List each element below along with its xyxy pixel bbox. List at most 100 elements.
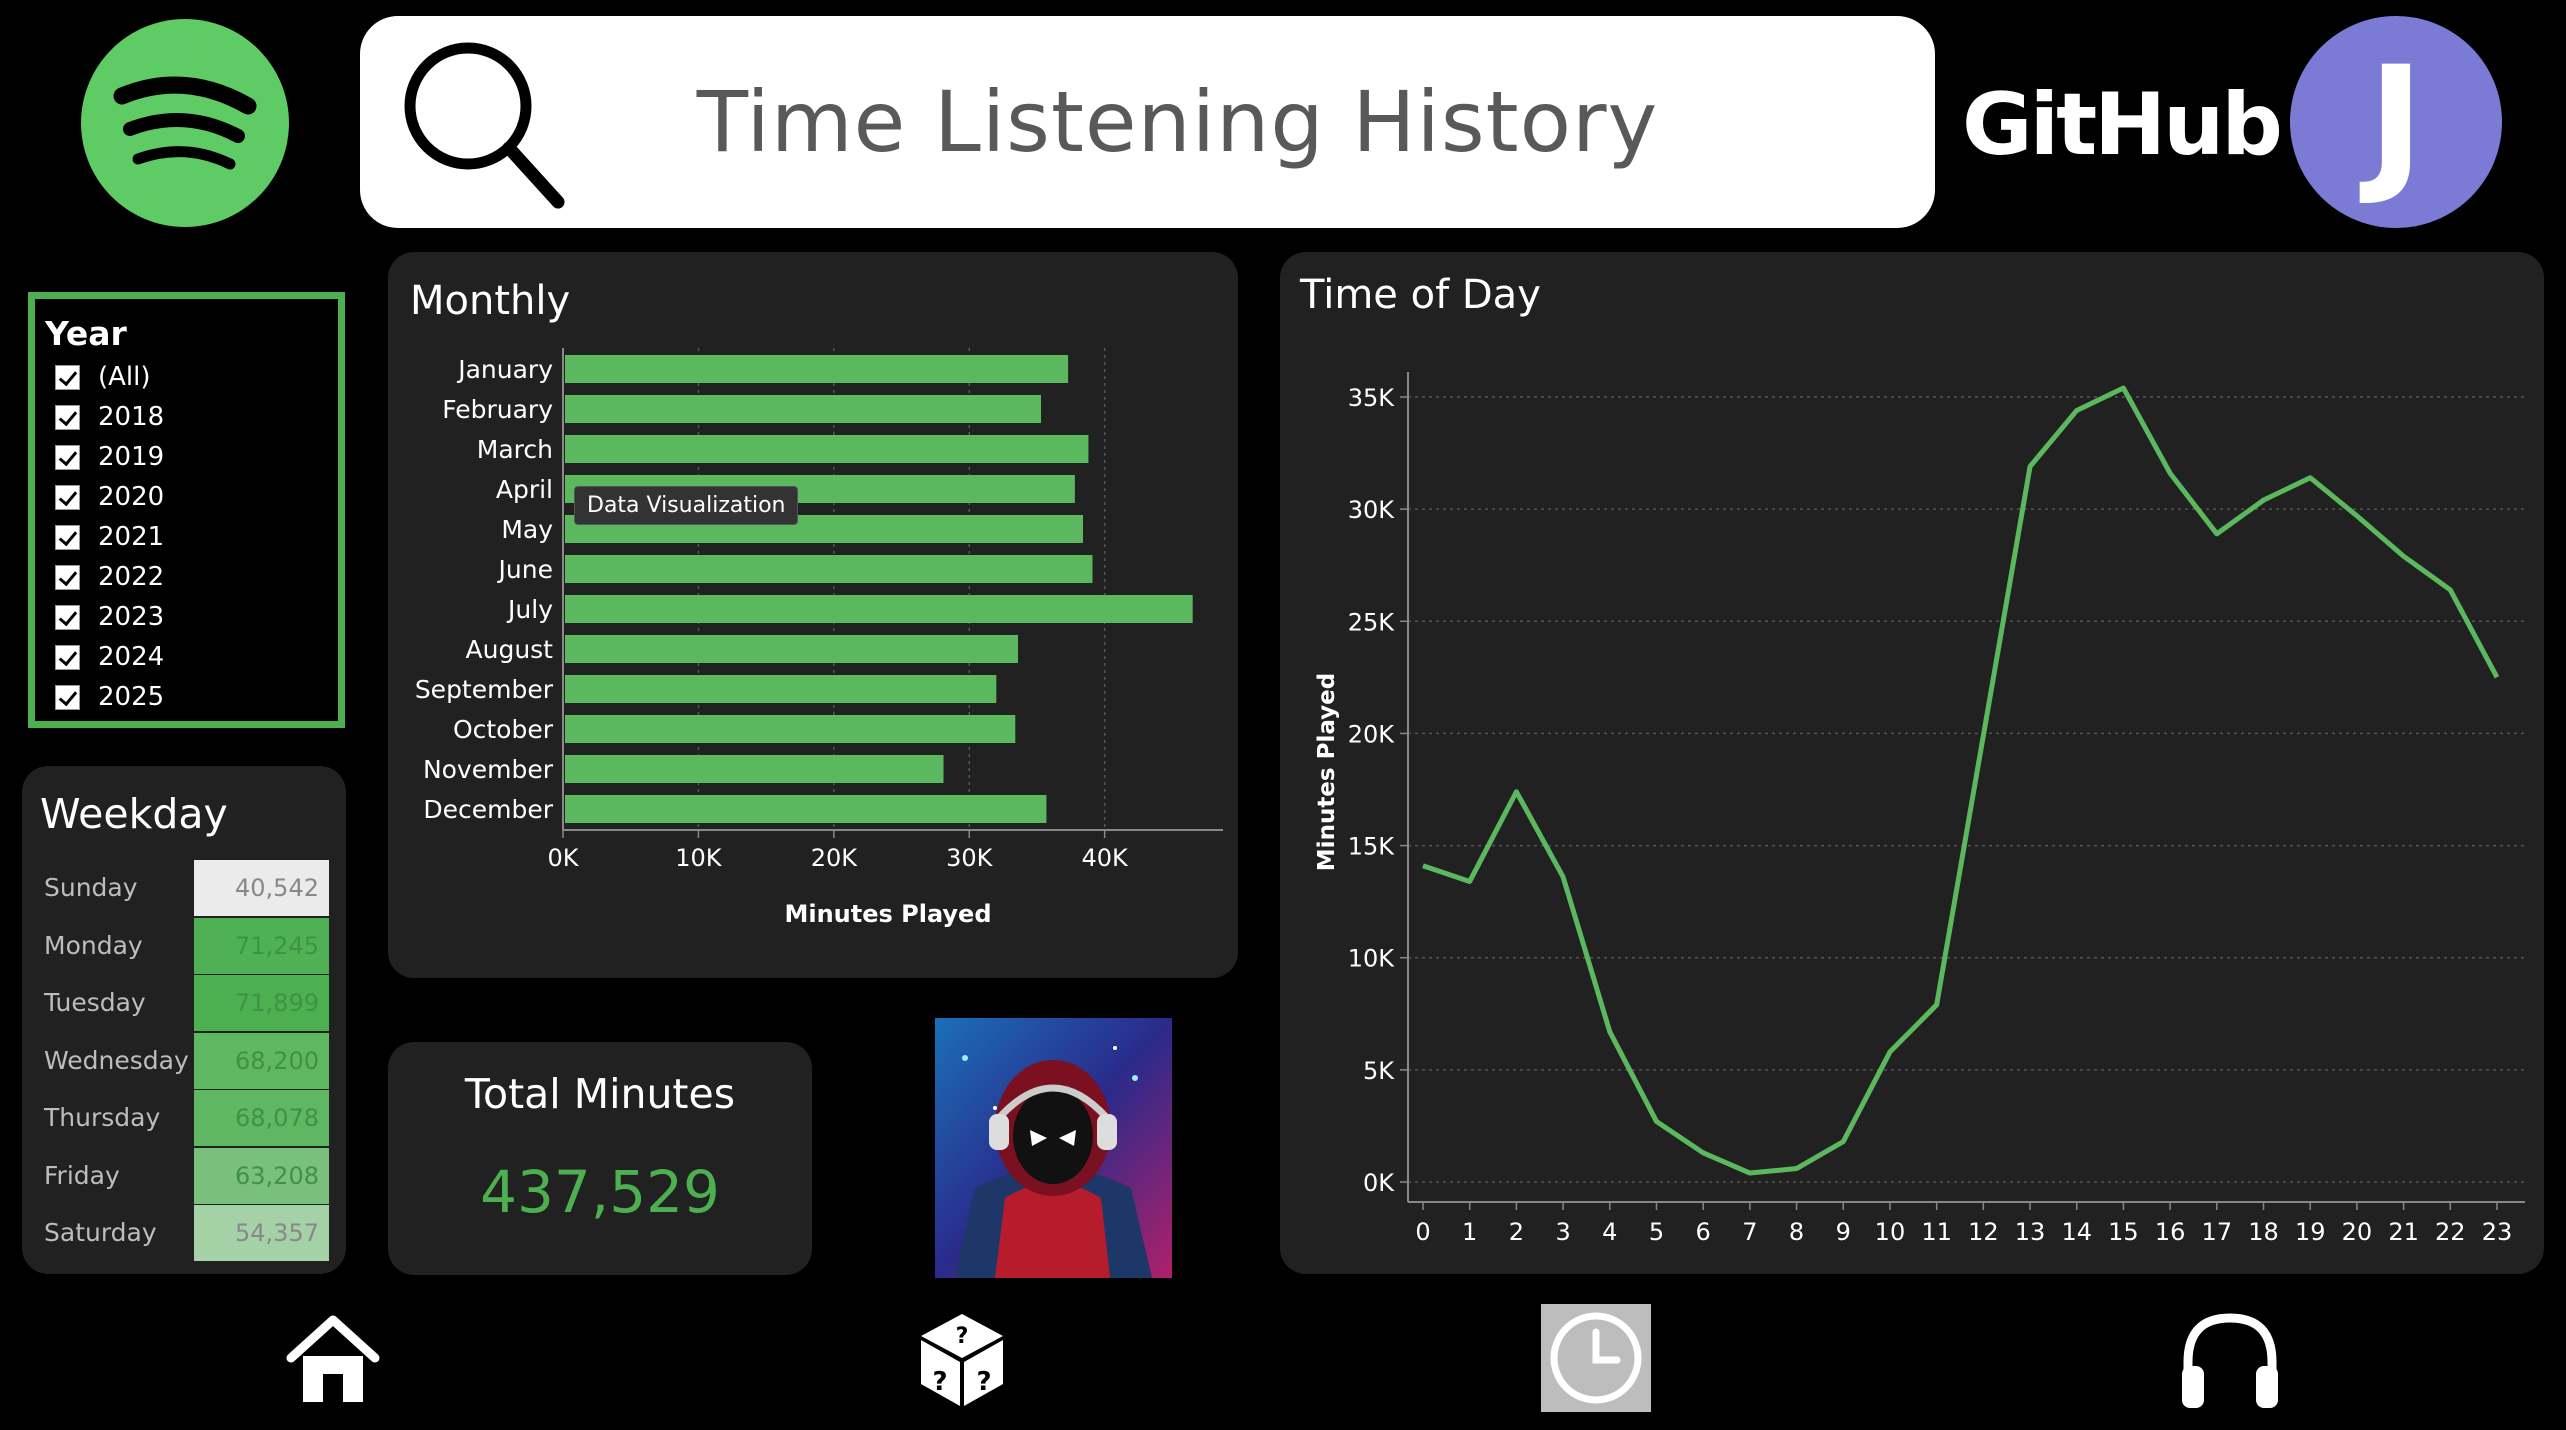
category-label: January bbox=[456, 355, 553, 384]
checkbox[interactable] bbox=[55, 484, 80, 510]
bar[interactable] bbox=[565, 555, 1093, 583]
year-filter-label: 2023 bbox=[98, 602, 165, 632]
x-tick-label: 9 bbox=[1836, 1218, 1851, 1246]
headphones-icon[interactable] bbox=[2178, 1310, 2282, 1410]
checkbox[interactable] bbox=[55, 364, 80, 390]
bar[interactable] bbox=[565, 435, 1089, 463]
bar[interactable] bbox=[565, 595, 1193, 623]
x-tick-label: 0K bbox=[547, 844, 579, 872]
checkbox[interactable] bbox=[55, 444, 80, 470]
year-filter-label: 2020 bbox=[98, 482, 165, 512]
checkbox[interactable] bbox=[55, 524, 80, 550]
category-label: April bbox=[496, 475, 553, 504]
weekday-minutes-cell[interactable]: 63,208 bbox=[194, 1147, 329, 1204]
year-filter: Year (All) 2018 2019 2020 2021 2022 2023 2024 20… bbox=[28, 292, 345, 728]
weekday-title: Weekday bbox=[40, 790, 228, 838]
bar[interactable] bbox=[565, 795, 1047, 823]
bar[interactable] bbox=[565, 675, 997, 703]
year-filter-item[interactable]: 2018 bbox=[41, 397, 338, 437]
category-label: September bbox=[415, 675, 554, 704]
x-tick-label: 12 bbox=[1968, 1218, 1999, 1246]
bar[interactable] bbox=[565, 715, 1016, 743]
y-tick-label: 15K bbox=[1348, 833, 1396, 861]
x-tick-label: 30K bbox=[946, 844, 994, 872]
x-tick-label: 5 bbox=[1649, 1218, 1664, 1246]
category-label: October bbox=[453, 715, 554, 744]
year-filter-item[interactable]: 2024 bbox=[41, 637, 338, 677]
search-icon[interactable] bbox=[392, 36, 572, 216]
monthly-bar-chart[interactable]: 0K 10K 20K 30K 40K January February March April M… bbox=[388, 252, 1238, 978]
y-tick-label: 5K bbox=[1363, 1057, 1395, 1085]
year-filter-item[interactable]: 2019 bbox=[41, 437, 338, 477]
category-label: March bbox=[477, 435, 553, 464]
year-filter-label: 2021 bbox=[98, 522, 165, 552]
x-tick-label: 1 bbox=[1462, 1218, 1477, 1246]
year-filter-title: Year bbox=[45, 314, 127, 353]
category-label: July bbox=[506, 595, 553, 624]
y-tick-label: 30K bbox=[1348, 496, 1396, 524]
x-tick-label: 0 bbox=[1415, 1218, 1430, 1246]
checkbox[interactable] bbox=[55, 604, 80, 630]
weekday-minutes-cell[interactable]: 68,200 bbox=[194, 1032, 329, 1089]
bar[interactable] bbox=[565, 395, 1042, 423]
github-link[interactable]: GitHub bbox=[1962, 70, 2283, 180]
x-tick-label: 10 bbox=[1875, 1218, 1906, 1246]
avatar[interactable]: J bbox=[2290, 16, 2502, 228]
spotify-logo-icon[interactable] bbox=[80, 18, 290, 228]
category-label: August bbox=[466, 635, 554, 664]
weekday-label: Sunday bbox=[44, 873, 138, 902]
category-label: May bbox=[501, 515, 553, 544]
year-filter-label: 2025 bbox=[98, 682, 165, 712]
x-tick-label: 15 bbox=[2108, 1218, 2139, 1246]
category-label: November bbox=[423, 755, 554, 784]
year-filter-item[interactable]: 2023 bbox=[41, 597, 338, 637]
y-tick-label: 10K bbox=[1348, 945, 1396, 973]
year-filter-list: (All) 2018 2019 2020 2021 2022 2023 2024 2025 bbox=[41, 357, 338, 717]
weekday-minutes-cell[interactable]: 71,899 bbox=[194, 975, 329, 1031]
album-artwork bbox=[935, 1018, 1172, 1278]
weekday-label: Tuesday bbox=[44, 988, 146, 1017]
weekday-label: Thursday bbox=[44, 1103, 161, 1132]
year-filter-item[interactable]: (All) bbox=[41, 357, 338, 397]
checkbox[interactable] bbox=[55, 564, 80, 590]
year-filter-label: 2024 bbox=[98, 642, 165, 672]
weekday-minutes-cell[interactable]: 54,357 bbox=[194, 1205, 329, 1261]
y-tick-label: 35K bbox=[1348, 384, 1396, 412]
time-of-day-line-chart[interactable]: 0K5K10K15K20K25K30K35K0 1 2 3 4 5 6 7 8 9 10 11 12 13… bbox=[1280, 252, 2544, 1274]
bar[interactable] bbox=[565, 635, 1018, 663]
tooltip: Data Visualization bbox=[574, 486, 799, 525]
year-filter-item[interactable]: 2021 bbox=[41, 517, 338, 557]
y-tick-label: 25K bbox=[1348, 608, 1396, 636]
x-tick-label: 6 bbox=[1696, 1218, 1711, 1246]
dice-icon[interactable]: ? ? ? bbox=[917, 1310, 1007, 1410]
weekday-minutes-cell[interactable]: 40,542 bbox=[194, 860, 329, 916]
x-tick-label: 14 bbox=[2061, 1218, 2092, 1246]
checkbox[interactable] bbox=[55, 404, 80, 430]
weekday-label: Wednesday bbox=[44, 1045, 189, 1075]
home-icon[interactable] bbox=[283, 1312, 383, 1407]
category-label: February bbox=[442, 395, 553, 424]
year-filter-item[interactable]: 2025 bbox=[41, 677, 338, 717]
y-tick-label: 20K bbox=[1348, 720, 1396, 748]
svg-text:?: ? bbox=[956, 1324, 969, 1349]
year-filter-item[interactable]: 2022 bbox=[41, 557, 338, 597]
x-tick-label: 20 bbox=[2342, 1218, 2373, 1246]
clock-icon[interactable] bbox=[1541, 1304, 1651, 1412]
checkbox[interactable] bbox=[55, 644, 80, 670]
weekday-minutes-cell[interactable]: 71,245 bbox=[194, 917, 329, 974]
x-tick-label: 7 bbox=[1742, 1218, 1757, 1246]
checkbox[interactable] bbox=[55, 684, 80, 710]
svg-text:?: ? bbox=[976, 1367, 991, 1397]
total-minutes-title: Total Minutes bbox=[464, 1070, 736, 1118]
x-tick-label: 13 bbox=[2015, 1218, 2046, 1246]
bar[interactable] bbox=[565, 755, 944, 783]
x-tick-label: 11 bbox=[1921, 1218, 1952, 1246]
year-filter-item[interactable]: 2020 bbox=[41, 477, 338, 517]
x-tick-label: 10K bbox=[675, 844, 723, 872]
series-line[interactable] bbox=[1422, 385, 2500, 1176]
weekday-minutes-cell[interactable]: 68,078 bbox=[194, 1090, 329, 1146]
x-tick-label: 4 bbox=[1602, 1218, 1617, 1246]
bar[interactable] bbox=[565, 355, 1069, 383]
x-axis-label: Minutes Played bbox=[784, 900, 991, 928]
weekday-label: Friday bbox=[44, 1160, 120, 1190]
